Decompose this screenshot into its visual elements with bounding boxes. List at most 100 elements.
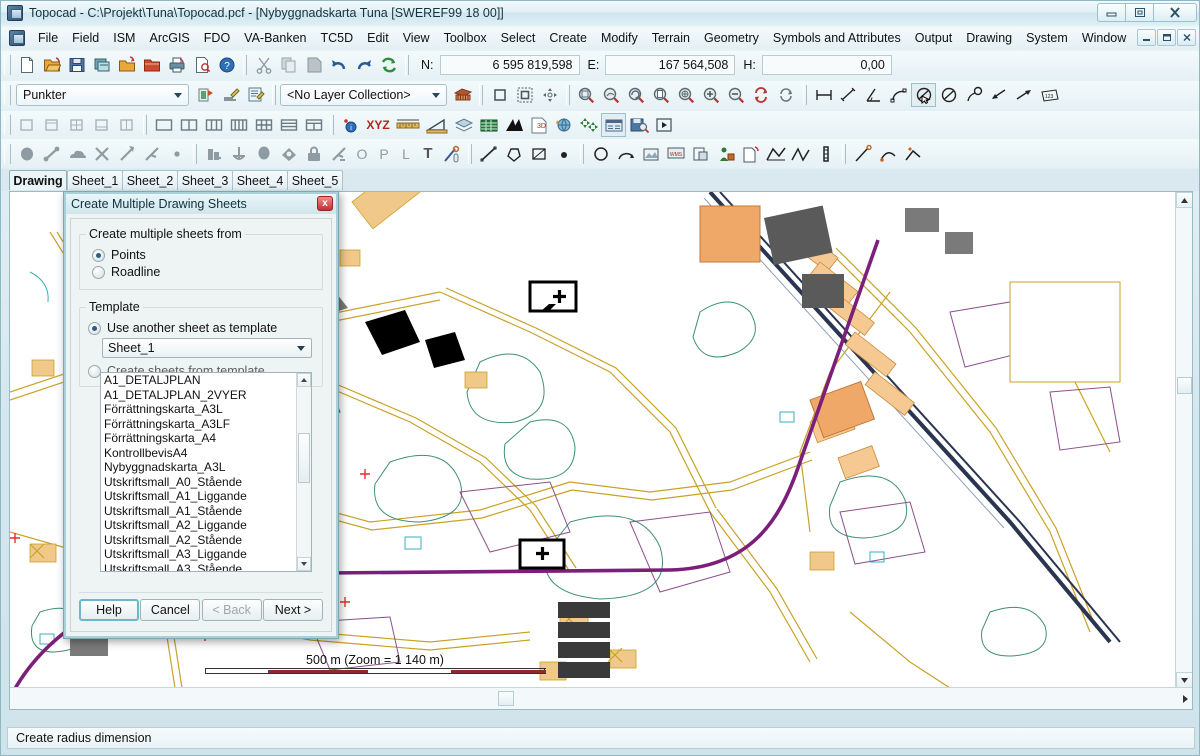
tab-sheet-3[interactable]: Sheet_3 <box>177 170 233 190</box>
template-list-item[interactable]: Utskriftsmall_A3_Liggande <box>101 547 296 562</box>
toolbar-grip-12[interactable] <box>4 143 11 164</box>
symbol-pen-icon[interactable] <box>439 142 464 166</box>
menu-item-create[interactable]: Create <box>542 29 594 47</box>
toolbar-grip-6[interactable] <box>479 85 483 105</box>
scroll-down-icon[interactable] <box>1176 672 1192 688</box>
mdi-close-button[interactable] <box>1177 29 1196 46</box>
symbol-blob-icon[interactable] <box>14 142 39 166</box>
dialog-close-icon[interactable]: x <box>317 196 333 211</box>
toolbar-grip-8[interactable] <box>803 85 807 105</box>
canvas-hscroll-thumb[interactable] <box>498 691 514 706</box>
symbol-letter-p-icon[interactable]: P <box>373 142 395 166</box>
zoom-page-icon[interactable] <box>649 83 674 107</box>
symbol-line-points-icon[interactable] <box>39 142 64 166</box>
template-list-item[interactable]: Nybyggnadskarta_A3L <box>101 460 296 475</box>
tab-drawing[interactable]: Drawing <box>9 170 67 190</box>
undo-icon[interactable] <box>326 53 351 77</box>
layer-edit-icon[interactable] <box>218 83 243 107</box>
template-list-item[interactable]: A1_DETALJPLAN_2VYER <box>101 388 296 403</box>
sheet-split-icon[interactable] <box>114 113 139 137</box>
zoom-extents-icon[interactable] <box>599 83 624 107</box>
tab-sheet-1[interactable]: Sheet_1 <box>67 170 123 190</box>
sheet-frame-icon[interactable] <box>39 113 64 137</box>
maximize-button[interactable] <box>1125 3 1154 22</box>
sheet-layout-icon[interactable] <box>89 113 114 137</box>
template-list-box[interactable]: A1_DETALJPLAN A1_DETALJPLAN_2VYER Förrättn… <box>100 372 312 572</box>
draw-circle-icon[interactable] <box>588 142 613 166</box>
measure-slope-icon[interactable] <box>423 113 451 137</box>
template-list-item[interactable]: Förrättningskarta_A3L <box>101 402 296 417</box>
sheet-new-icon[interactable] <box>14 113 39 137</box>
menu-item-va-banken[interactable]: VA-Banken <box>237 29 313 47</box>
toolbar-grip-11[interactable] <box>330 115 334 135</box>
person-symbol-icon[interactable] <box>713 142 738 166</box>
template-list-scroll-thumb[interactable] <box>298 433 310 483</box>
wms-layer-icon[interactable]: WMS <box>663 142 688 166</box>
zoom-in-icon[interactable] <box>699 83 724 107</box>
template-list-item[interactable]: Utskriftsmall_A2_Liggande <box>101 518 296 533</box>
print-icon[interactable] <box>164 53 189 77</box>
layer-collection-manager-icon[interactable] <box>450 83 475 107</box>
canvas-vscroll-thumb[interactable] <box>1177 377 1192 394</box>
leader-dimension-icon[interactable] <box>961 83 986 107</box>
menu-item-symbols-and-attributes[interactable]: Symbols and Attributes <box>766 29 908 47</box>
copy-sheet-icon[interactable] <box>738 142 763 166</box>
folder-icon[interactable] <box>139 53 164 77</box>
template-list-item[interactable]: Utskriftsmall_A2_Stående <box>101 533 296 548</box>
toolbar-grip-10[interactable] <box>143 115 147 135</box>
menu-item-geometry[interactable]: Geometry <box>697 29 766 47</box>
paste-icon[interactable] <box>301 53 326 77</box>
tab-sheet-5[interactable]: Sheet_5 <box>287 170 343 190</box>
copy-icon[interactable] <box>276 53 301 77</box>
draw-point-icon[interactable] <box>551 142 576 166</box>
menu-item-output[interactable]: Output <box>908 29 960 47</box>
canvas-vertical-scrollbar[interactable] <box>1175 192 1192 688</box>
toolbar-grip-13[interactable] <box>193 143 197 164</box>
menu-item-fdo[interactable]: FDO <box>197 29 237 47</box>
edit-curve-icon[interactable] <box>875 142 900 166</box>
menu-item-system[interactable]: System <box>1019 29 1075 47</box>
toolbar-grip-7[interactable] <box>566 85 570 105</box>
symbol-cloud-icon[interactable] <box>64 142 89 166</box>
arrow-right-icon[interactable] <box>1011 83 1036 107</box>
linear-dimension-icon[interactable] <box>811 83 836 107</box>
toolbar-grip-3[interactable] <box>405 55 409 75</box>
print-preview-icon[interactable] <box>189 53 214 77</box>
mdi-restore-button[interactable] <box>1157 29 1176 46</box>
move-points-icon[interactable] <box>576 113 601 137</box>
edit-node-icon[interactable] <box>900 142 925 166</box>
menu-item-toolbox[interactable]: Toolbox <box>437 29 494 47</box>
measure-distance-icon[interactable] <box>393 113 423 137</box>
draw-line-icon[interactable] <box>476 142 501 166</box>
radio-roadline-icon[interactable] <box>92 265 105 279</box>
template-list-item[interactable]: Utskriftsmall_A1_Liggande <box>101 489 296 504</box>
template-list-item[interactable]: Förrättningskarta_A3LF <box>101 417 296 432</box>
menu-item-modify[interactable]: Modify <box>594 29 645 47</box>
arc-dimension-icon[interactable] <box>886 83 911 107</box>
save-search-icon[interactable] <box>626 113 651 137</box>
menu-item-drawing[interactable]: Drawing <box>959 29 1019 47</box>
menu-item-tc5d[interactable]: TC5D <box>313 29 360 47</box>
run-macro-icon[interactable] <box>651 113 676 137</box>
tab-sheet-4[interactable]: Sheet_4 <box>232 170 288 190</box>
symbol-branch-icon[interactable] <box>139 142 164 166</box>
zoom-previous-icon[interactable] <box>624 83 649 107</box>
pan-icon[interactable] <box>537 83 562 107</box>
zoom-out-icon[interactable] <box>724 83 749 107</box>
radio-row-roadline[interactable]: Roadline <box>92 265 316 279</box>
zoom-object-icon[interactable] <box>674 83 699 107</box>
properties-panel-icon[interactable] <box>601 113 626 137</box>
table-2col-icon[interactable] <box>176 113 201 137</box>
layer-collection-combo[interactable]: <No Layer Collection> <box>280 84 447 106</box>
profile-icon[interactable] <box>501 113 526 137</box>
symbol-letter-l-icon[interactable]: L <box>395 142 417 166</box>
menu-item-terrain[interactable]: Terrain <box>645 29 697 47</box>
redraw-icon[interactable] <box>749 83 774 107</box>
next-button[interactable]: Next > <box>262 599 323 621</box>
toolbar-grip-14[interactable] <box>468 143 472 164</box>
raster-image-icon[interactable] <box>638 142 663 166</box>
table-1col-icon[interactable] <box>151 113 176 137</box>
template-list-item[interactable]: Utskriftsmall_A0_Stående <box>101 475 296 490</box>
menu-item-edit[interactable]: Edit <box>360 29 396 47</box>
symbol-building-icon[interactable] <box>201 142 226 166</box>
